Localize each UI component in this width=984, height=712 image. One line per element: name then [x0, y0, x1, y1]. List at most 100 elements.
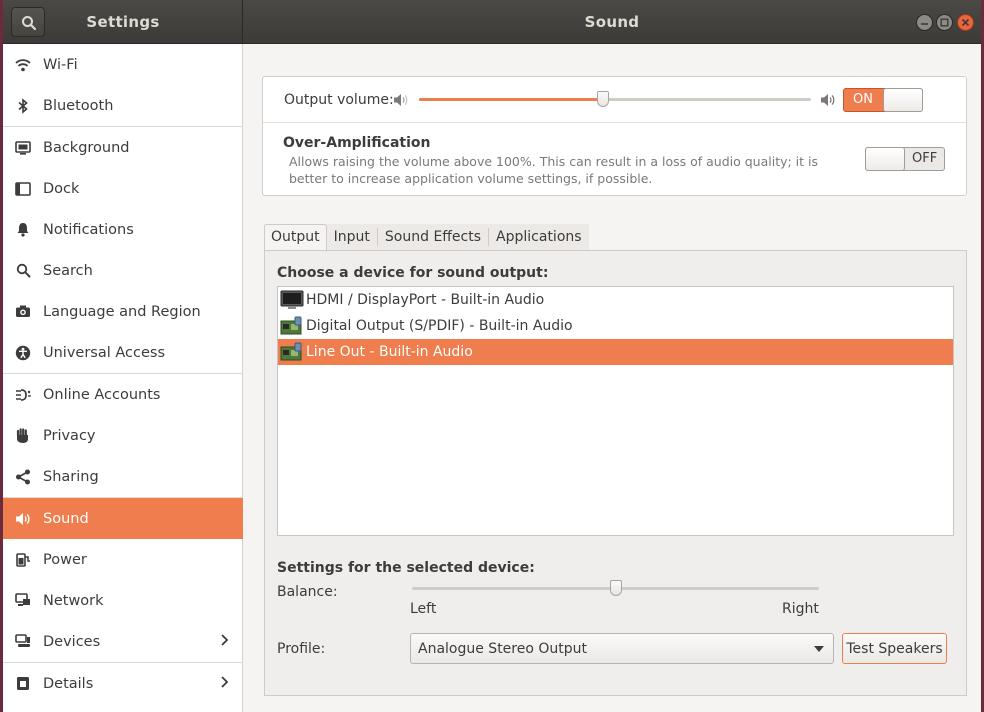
- dock-icon: [3, 181, 43, 196]
- sidebar-item-background[interactable]: Background: [3, 127, 243, 168]
- output-device-list: HDMI / DisplayPort - Built-in Audio Digi…: [277, 286, 954, 536]
- tab-output[interactable]: Output: [264, 224, 327, 251]
- tab-sound-effects[interactable]: Sound Effects: [377, 224, 489, 250]
- device-label: Line Out - Built-in Audio: [306, 344, 473, 360]
- output-volume-label: Output volume:: [284, 92, 394, 108]
- sound-card-icon: [279, 315, 305, 337]
- test-speakers-button[interactable]: Test Speakers: [842, 633, 947, 664]
- switch-state-label: OFF: [912, 151, 938, 166]
- balance-label: Balance:: [277, 584, 338, 600]
- sidebar-item-network[interactable]: Network: [3, 580, 243, 621]
- network-icon: [3, 593, 43, 608]
- sidebar-item-label: Power: [43, 551, 87, 568]
- sidebar-item-devices[interactable]: Devices: [3, 621, 243, 662]
- sidebar-item-bluetooth[interactable]: Bluetooth: [3, 85, 243, 126]
- sidebar-item-sharing[interactable]: Sharing: [3, 456, 243, 497]
- switch-knob: [883, 88, 923, 112]
- over-amplification-title: Over-Amplification: [283, 135, 431, 151]
- hand-icon: [3, 427, 43, 444]
- share-icon: [3, 469, 43, 485]
- sidebar-item-label: Privacy: [43, 427, 96, 444]
- output-volume-switch[interactable]: ON: [843, 88, 923, 112]
- choose-device-label: Choose a device for sound output:: [277, 265, 549, 281]
- switch-state-label: ON: [853, 92, 873, 107]
- volume-low-icon: [394, 94, 408, 106]
- sidebar-item-sound[interactable]: Sound: [3, 498, 243, 539]
- camera-icon: [3, 305, 43, 318]
- sidebar-item-label: Bluetooth: [43, 97, 114, 114]
- output-volume-row: Output volume: ON: [263, 77, 966, 123]
- sidebar-item-privacy[interactable]: Privacy: [3, 415, 243, 456]
- chevron-down-icon: [814, 646, 824, 652]
- maximize-icon: [940, 18, 949, 27]
- background-icon: [3, 140, 43, 155]
- balance-left-label: Left: [410, 601, 437, 617]
- tab-bar: Output Input Sound Effects Applications: [264, 224, 589, 251]
- device-row-hdmi[interactable]: HDMI / DisplayPort - Built-in Audio: [278, 287, 953, 313]
- volume-frame: Output volume: ON Over-Amplification All…: [262, 76, 967, 196]
- sidebar-item-label: Wi-Fi: [43, 56, 78, 73]
- sidebar-title: Settings: [86, 13, 160, 31]
- sidebar-header: Settings: [3, 0, 243, 44]
- profile-dropdown[interactable]: Analogue Stereo Output: [410, 633, 834, 664]
- search-button[interactable]: [11, 7, 45, 37]
- details-icon: [3, 676, 43, 691]
- balance-slider[interactable]: [412, 580, 819, 596]
- bell-icon: [3, 222, 43, 237]
- sidebar-item-label: Dock: [43, 180, 80, 197]
- minimize-icon: [921, 23, 928, 25]
- over-amplification-switch[interactable]: OFF: [865, 147, 945, 171]
- maximize-button[interactable]: [936, 14, 953, 31]
- output-tab-panel: Choose a device for sound output: HDMI /…: [264, 250, 967, 696]
- sidebar-item-search[interactable]: Search: [3, 250, 243, 291]
- sidebar-item-details[interactable]: Details: [3, 663, 243, 704]
- sidebar-item-label: Network: [43, 592, 104, 609]
- close-icon: [961, 18, 970, 27]
- profile-label: Profile:: [277, 641, 326, 657]
- over-amplification-description: Allows raising the volume above 100%. Th…: [289, 154, 819, 186]
- chevron-right-icon: [221, 676, 229, 688]
- volume-high-icon: [821, 94, 835, 106]
- sidebar-item-online-accounts[interactable]: Online Accounts: [3, 374, 243, 415]
- sound-panel: Output volume: ON Over-Amplification All…: [244, 44, 981, 712]
- sidebar-item-label: Devices: [43, 633, 101, 650]
- sidebar-item-label: Search: [43, 262, 93, 279]
- profile-selected-value: Analogue Stereo Output: [418, 641, 588, 657]
- sidebar-item-universal-access[interactable]: Universal Access: [3, 332, 243, 373]
- sidebar-item-label: Sound: [43, 510, 89, 527]
- devices-icon: [3, 634, 43, 649]
- sidebar-item-power[interactable]: Power: [3, 539, 243, 580]
- selected-device-settings-title: Settings for the selected device:: [277, 560, 535, 576]
- search-icon: [3, 263, 43, 278]
- bluetooth-icon: [3, 97, 43, 114]
- sidebar: Wi-Fi Bluetooth Background Dock Notifica…: [3, 44, 243, 712]
- sidebar-item-label: Details: [43, 675, 94, 692]
- balance-handle[interactable]: [609, 580, 622, 596]
- device-row-spdif[interactable]: Digital Output (S/PDIF) - Built-in Audio: [278, 313, 953, 339]
- sidebar-item-notifications[interactable]: Notifications: [3, 209, 243, 250]
- close-button[interactable]: [957, 14, 974, 31]
- output-volume-handle[interactable]: [597, 91, 610, 107]
- device-label: Digital Output (S/PDIF) - Built-in Audio: [306, 318, 573, 334]
- sidebar-item-wifi[interactable]: Wi-Fi: [3, 44, 243, 85]
- page-title: Sound: [584, 13, 640, 31]
- sidebar-item-dock[interactable]: Dock: [3, 168, 243, 209]
- sidebar-item-language[interactable]: Language and Region: [3, 291, 243, 332]
- sound-card-icon: [279, 341, 305, 363]
- sidebar-item-label: Sharing: [43, 468, 99, 485]
- monitor-icon: [279, 289, 305, 311]
- settings-window: Settings Sound Wi-Fi Bluetooth Backgroun…: [3, 0, 981, 712]
- output-volume-slider[interactable]: [419, 91, 811, 107]
- device-label: HDMI / DisplayPort - Built-in Audio: [306, 292, 545, 308]
- switch-knob: [865, 147, 905, 171]
- chevron-right-icon: [221, 634, 229, 646]
- minimize-button[interactable]: [916, 14, 933, 31]
- header-bar: Settings Sound: [3, 0, 981, 44]
- online-accounts-icon: [3, 388, 43, 402]
- tab-input[interactable]: Input: [326, 224, 377, 250]
- sidebar-item-label: Background: [43, 139, 130, 156]
- wifi-icon: [3, 58, 43, 72]
- speaker-icon: [3, 512, 43, 526]
- tab-applications[interactable]: Applications: [489, 224, 589, 250]
- device-row-line-out[interactable]: Line Out - Built-in Audio: [278, 339, 953, 365]
